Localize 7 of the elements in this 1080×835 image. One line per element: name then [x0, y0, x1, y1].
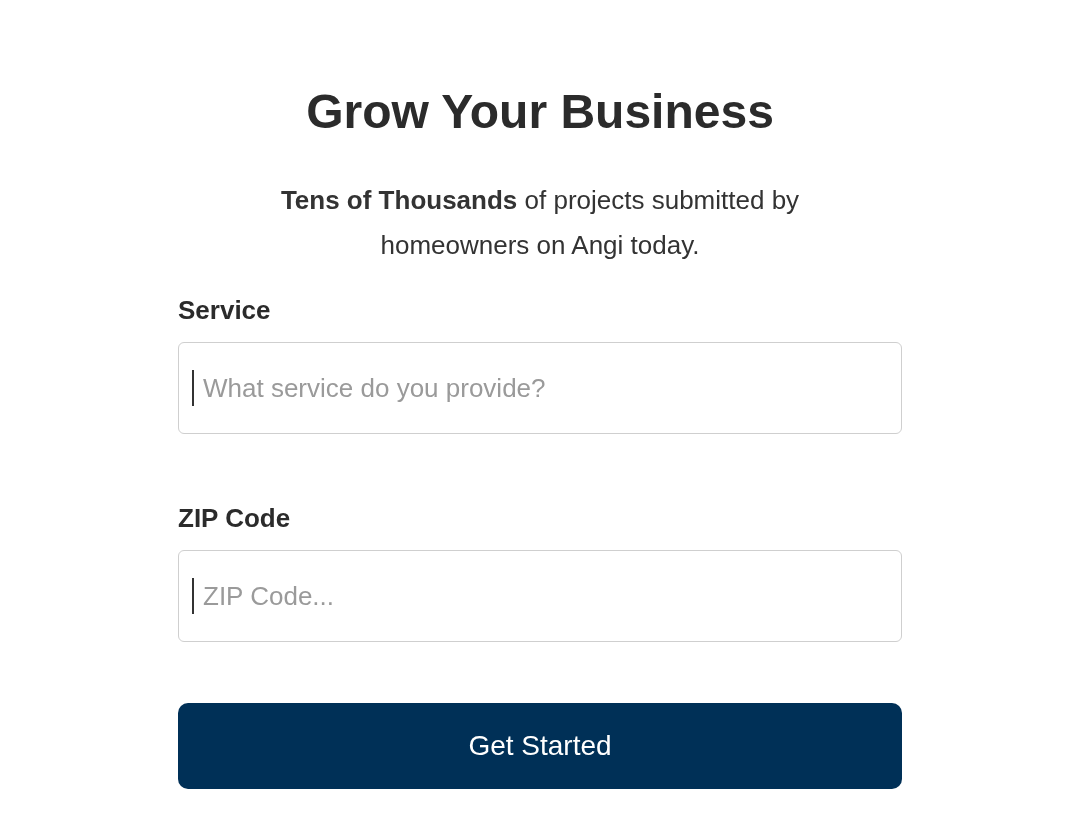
- page-title: Grow Your Business: [306, 84, 774, 140]
- field-label: Service: [178, 294, 272, 327]
- input-field[interactable]: ZIP Code...: [178, 550, 902, 642]
- get-started-button[interactable]: Get Started: [178, 703, 902, 789]
- field-label: ZIP Code: [178, 502, 292, 535]
- input-field[interactable]: What service do you provide?: [178, 342, 902, 434]
- subtitle: Tens of Thousands of projects submitted by homeowners on Angi today.: [279, 184, 801, 262]
